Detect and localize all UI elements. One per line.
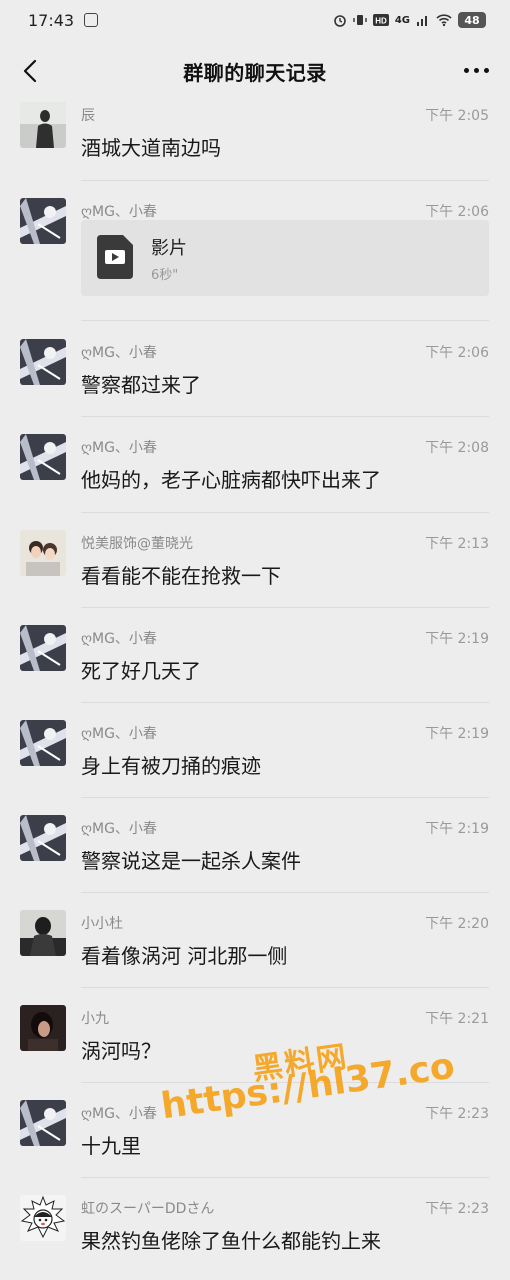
sender-name: 辰 <box>81 108 95 124</box>
battery-icon: 48 <box>458 12 486 28</box>
message-time: 下午 2:19 <box>425 631 489 647</box>
file-name: 影片 <box>151 238 187 259</box>
sender-name: ღMG、小春 <box>81 345 157 361</box>
message-time: 下午 2:21 <box>425 1011 489 1027</box>
divider <box>81 892 489 893</box>
sender-name: ღMG、小春 <box>81 726 157 742</box>
message-time: 下午 2:23 <box>425 1106 489 1122</box>
avatar[interactable] <box>20 910 66 956</box>
message-time: 下午 2:19 <box>425 821 489 837</box>
message-text[interactable]: 死了好几天了 <box>81 655 201 684</box>
message-text[interactable]: 果然钓鱼佬除了鱼什么都能钓上来 <box>81 1225 381 1254</box>
file-duration: 6秒" <box>151 268 179 283</box>
status-right: HD 4G 48 <box>333 12 486 28</box>
hd-icon: HD <box>372 14 389 26</box>
divider <box>81 416 489 417</box>
message-text[interactable]: 身上有被刀捅的痕迹 <box>81 750 261 779</box>
sender-name: ღMG、小春 <box>81 204 157 220</box>
sender-name: ღMG、小春 <box>81 821 157 837</box>
message-text[interactable]: 警察说这是一起杀人案件 <box>81 845 301 874</box>
wifi-icon <box>436 14 452 27</box>
more-dot-icon <box>473 67 479 73</box>
divider <box>81 607 489 608</box>
message-text[interactable]: 涡河吗？ <box>81 1035 161 1064</box>
divider <box>81 702 489 703</box>
sender-name: ღMG、小春 <box>81 631 157 647</box>
divider <box>81 512 489 513</box>
avatar[interactable] <box>20 1195 66 1241</box>
vibrate-icon <box>353 15 367 25</box>
more-dot-icon <box>483 67 489 73</box>
divider <box>81 180 489 181</box>
signal-icon <box>417 16 427 26</box>
message-time: 下午 2:20 <box>425 916 489 932</box>
top-bar: 群聊的聊天记录 <box>0 40 510 102</box>
svg-text:HD: HD <box>375 17 387 26</box>
sender-name: ღMG、小春 <box>81 1106 157 1122</box>
page-title: 群聊的聊天记录 <box>183 60 327 85</box>
avatar[interactable] <box>20 720 66 766</box>
alarm-icon <box>334 15 346 27</box>
sender-name: 悦美服饰@董晓光 <box>81 536 193 552</box>
divider <box>81 1177 489 1178</box>
avatar[interactable] <box>20 1100 66 1146</box>
status-time: 17:43 <box>28 10 75 30</box>
avatar[interactable] <box>20 434 66 480</box>
notification-icon <box>84 13 99 27</box>
message-time: 下午 2:05 <box>425 108 489 124</box>
message-text[interactable]: 警察都过来了 <box>81 369 201 398</box>
message-time: 下午 2:06 <box>425 204 489 220</box>
avatar[interactable] <box>20 625 66 671</box>
sender-name: 虹のスーパーDDさん <box>81 1201 215 1217</box>
message-text[interactable]: 他妈的，老子心脏病都快吓出来了 <box>81 464 381 493</box>
avatar[interactable] <box>20 530 66 576</box>
message-text[interactable]: 酒城大道南边吗 <box>81 132 221 161</box>
message-time: 下午 2:06 <box>425 345 489 361</box>
divider <box>81 797 489 798</box>
more-dot-icon <box>463 67 469 73</box>
divider <box>81 1082 489 1083</box>
status-bar: 17:43 HD 4G 48 <box>0 0 510 40</box>
message-text[interactable]: 看着像涡河 河北那一侧 <box>81 940 287 969</box>
more-options-button[interactable] <box>460 58 492 82</box>
avatar[interactable] <box>20 198 66 244</box>
chat-record-list[interactable]: 辰 下午 2:05 酒城大道南边吗 ღMG、小春 下午 2:06 影片 6秒" … <box>0 102 510 1280</box>
avatar[interactable] <box>20 1005 66 1051</box>
message-time: 下午 2:19 <box>425 726 489 742</box>
video-file-card[interactable]: 影片 6秒" <box>81 220 489 296</box>
status-left: 17:43 <box>28 10 99 30</box>
message-text[interactable]: 十九里 <box>81 1130 141 1159</box>
avatar[interactable] <box>20 815 66 861</box>
sender-name: ღMG、小春 <box>81 440 157 456</box>
sender-name: 小小杜 <box>81 916 123 932</box>
network-label: 4G <box>394 14 410 26</box>
message-text[interactable]: 看看能不能在抢救一下 <box>81 560 281 589</box>
sender-name: 小九 <box>81 1011 109 1027</box>
chevron-left-icon <box>23 59 37 83</box>
divider <box>81 987 489 988</box>
avatar[interactable] <box>20 339 66 385</box>
avatar[interactable] <box>20 102 66 148</box>
back-button[interactable] <box>18 57 42 85</box>
divider <box>81 320 489 321</box>
message-time: 下午 2:08 <box>425 440 489 456</box>
message-time: 下午 2:23 <box>425 1201 489 1217</box>
message-time: 下午 2:13 <box>425 536 489 552</box>
video-file-icon <box>97 235 133 279</box>
